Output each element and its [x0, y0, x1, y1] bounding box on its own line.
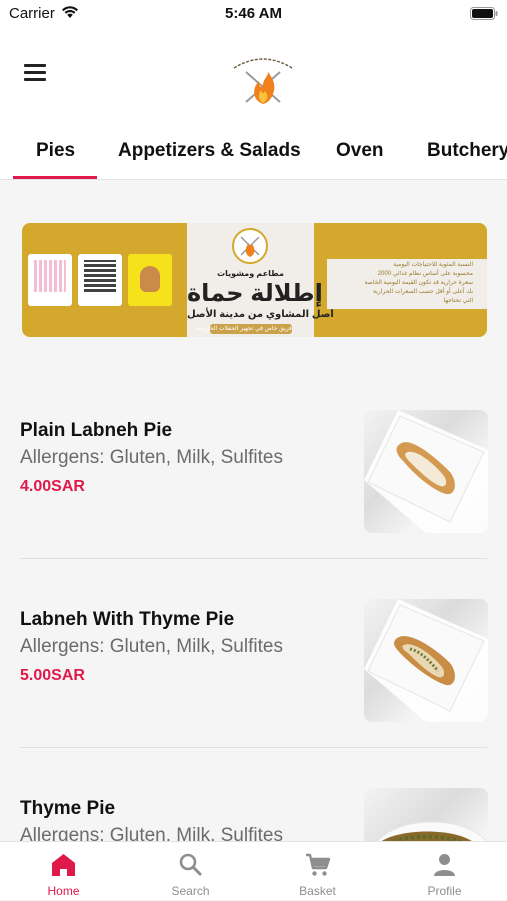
nutrition-notice-panel: النسبة المئوية للاحتياجات اليومية محسوبة…: [327, 259, 487, 309]
status-bar: Carrier 5:46 AM: [0, 0, 507, 28]
qr-code: [78, 254, 122, 306]
tab-pies[interactable]: Pies: [36, 140, 75, 162]
brand-subtitle: أصل المشاوي من مدينة الأصل: [187, 309, 334, 320]
tab-profile-label: Profile: [427, 884, 462, 898]
tab-search[interactable]: Search: [127, 842, 254, 901]
bottom-tab-bar: Home Search Basket Profile: [0, 841, 507, 900]
item-name: Plain Labneh Pie: [20, 420, 173, 441]
tab-home-label: Home: [47, 884, 80, 898]
notice-line: التي تحتاجها: [443, 298, 473, 304]
notice-line: سعرة حرارية قد تكون القيمة اليومية الخاص…: [364, 280, 473, 286]
item-image[interactable]: [364, 410, 488, 533]
item-image[interactable]: [364, 788, 488, 841]
item-allergens: Allergens: Gluten, Milk, Sulfites: [20, 636, 283, 657]
menu-content[interactable]: مطاعم ومشويات إطلالة حماة أصل المشاوي من…: [0, 181, 507, 841]
clock: 5:46 AM: [225, 5, 282, 22]
tab-butchery[interactable]: Butchery: [427, 140, 507, 162]
restaurant-logo: [233, 58, 293, 104]
item-image[interactable]: [364, 599, 488, 722]
item-allergens: Allergens: Gluten, Milk, Sulfites: [20, 447, 283, 468]
menu-item[interactable]: Thyme Pie Allergens: Gluten, Milk, Sulfi…: [0, 748, 507, 841]
item-allergens: Allergens: Gluten, Milk, Sulfites: [20, 825, 283, 841]
tab-oven[interactable]: Oven: [336, 140, 384, 162]
snapchat-qr-code: [128, 254, 172, 306]
hamburger-menu-icon[interactable]: [22, 61, 48, 83]
home-icon: [52, 854, 75, 876]
brand-name: إطلالة حماة: [187, 280, 323, 307]
promo-banner[interactable]: مطاعم ومشويات إطلالة حماة أصل المشاوي من…: [22, 223, 487, 337]
brand-tagline: مطاعم ومشويات: [217, 269, 284, 278]
category-tabs: Pies Appetizers & Salads Oven Butchery: [0, 128, 507, 180]
profile-icon: [434, 854, 455, 876]
brand-emblem: [232, 228, 268, 264]
item-name: Labneh With Thyme Pie: [20, 609, 235, 630]
slogan: فريق خاص في تجهيز الحفلات الخارجية: [196, 326, 292, 332]
tab-appetizers-salads[interactable]: Appetizers & Salads: [118, 140, 301, 162]
tab-basket-label: Basket: [299, 884, 336, 898]
tab-home[interactable]: Home: [0, 842, 127, 901]
search-icon: [179, 853, 202, 876]
item-price: 4.00SAR: [20, 478, 85, 495]
tab-search-label: Search: [171, 884, 210, 898]
instagram-qr-code: [28, 254, 72, 306]
item-name: Thyme Pie: [20, 798, 116, 819]
item-price: 5.00SAR: [20, 667, 85, 684]
notice-line: محسوبة على أساس نظام غذائي 2000: [377, 271, 473, 277]
notice-line: بك أعلى أو أقل حسب السعرات الحرارية: [372, 289, 473, 295]
cart-icon: [306, 853, 331, 876]
menu-item[interactable]: Plain Labneh Pie Allergens: Gluten, Milk…: [0, 370, 507, 559]
tab-indicator: [13, 176, 97, 179]
tab-profile[interactable]: Profile: [381, 842, 507, 901]
notice-line: النسبة المئوية للاحتياجات اليومية: [393, 262, 473, 268]
tab-basket[interactable]: Basket: [254, 842, 381, 901]
battery-icon: [470, 7, 498, 20]
app-header: [0, 28, 507, 128]
menu-item[interactable]: Labneh With Thyme Pie Allergens: Gluten,…: [0, 559, 507, 748]
